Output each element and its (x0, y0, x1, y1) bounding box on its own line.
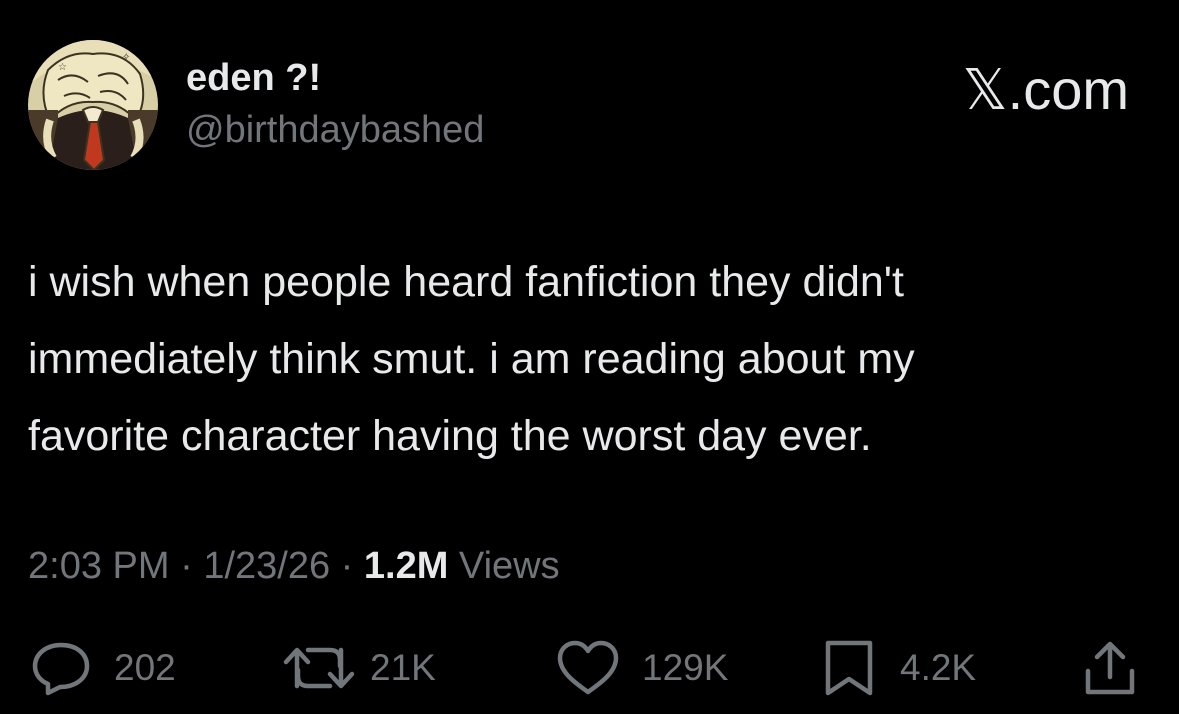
repost-icon (283, 647, 355, 689)
x-logo-icon: 𝕏 (962, 58, 1008, 123)
views-count: 1.2M (363, 545, 449, 587)
like-count: 129K (642, 647, 729, 688)
reply-icon (32, 642, 90, 696)
author-display-name[interactable]: eden ?! (186, 54, 321, 102)
repost-count: 21K (370, 647, 436, 688)
meta-separator: · (330, 545, 364, 587)
brand-domain: .com (1007, 58, 1129, 121)
share-icon (1085, 641, 1135, 695)
avatar[interactable]: ☆ ✧ (28, 40, 158, 170)
x-com-brand: 𝕏.com (963, 58, 1129, 123)
tweet-time[interactable]: 2:03 PM (28, 545, 170, 587)
reply-count: 202 (114, 647, 176, 688)
views-label: Views (448, 545, 560, 587)
reply-button[interactable]: 202 (30, 636, 176, 700)
meta-separator: · (169, 545, 204, 587)
like-button[interactable]: 129K (556, 636, 728, 700)
tweet-meta: 2:03 PM · 1/23/26 · 1.2M Views (28, 540, 560, 592)
svg-text:✧: ✧ (122, 52, 130, 63)
bookmark-icon (825, 640, 873, 696)
share-button[interactable] (1082, 636, 1138, 700)
svg-text:☆: ☆ (58, 62, 67, 73)
author-handle[interactable]: @birthdaybashed (186, 106, 484, 154)
repost-button[interactable]: 21K (282, 636, 436, 700)
avatar-image: ☆ ✧ (28, 40, 158, 170)
tweet-date[interactable]: 1/23/26 (203, 545, 330, 587)
bookmark-button[interactable]: 4.2K (820, 636, 976, 700)
tweet-text: i wish when people heard fanfiction they… (28, 258, 915, 460)
heart-icon (557, 640, 619, 695)
tweet-actions-bar: 202 21K 129K 4.2K (0, 636, 1179, 700)
bookmark-count: 4.2K (900, 647, 977, 688)
